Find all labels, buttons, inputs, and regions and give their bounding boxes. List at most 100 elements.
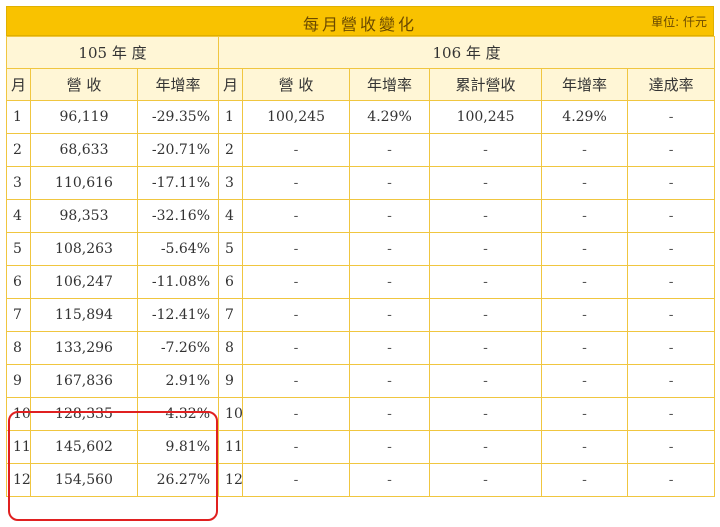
col-106-revenue: 營 收 [242,68,351,101]
yoy-106: - [349,331,431,365]
revenue-105: 133,296 [30,331,138,365]
month-106: 11 [218,430,244,464]
revenue-105: 106,247 [30,265,138,299]
revenue-105: 115,894 [30,298,138,332]
table-row: 8 133,296 -7.26% 8- - - - - [6,331,716,365]
title-bar: 每月營收變化 單位: 仟元 [6,6,714,36]
revenue-106: - [242,232,351,266]
revenue-106: - [242,430,351,464]
month-106: 6 [218,265,244,299]
table-row: 2 68,633 -20.71% 2- - - - - [6,133,716,167]
col-105-revenue: 營 收 [30,68,138,101]
month-106: 8 [218,331,244,365]
revenue-106: - [242,166,351,200]
cum-yoy-106: - [541,265,629,299]
month-105: 9 [6,364,31,398]
column-header-row: 月 營 收 年增率 月 營 收 年增率 累計營收 年增率 達成率 [6,68,716,101]
revenue-106: - [242,397,351,431]
cumulative-106: - [429,166,543,200]
yoy-105: -20.71% [136,133,220,167]
achievement-106: - [627,298,716,332]
achievement-106: - [627,166,716,200]
yoy-105: -29.35% [136,100,220,134]
yoy-106: - [349,265,431,299]
yoy-105: 2.91% [136,364,220,398]
month-106: 7 [218,298,244,332]
month-106: 10 [218,397,244,431]
col-106-yoy: 年增率 [349,68,431,101]
cumulative-106: - [429,199,543,233]
achievement-106: - [627,430,716,464]
revenue-106: - [242,364,351,398]
month-106: 1 [218,100,244,134]
table-row: 5 108,263 -5.64% 5- - - - - [6,232,716,266]
achievement-106: - [627,100,716,134]
revenue-106: - [242,331,351,365]
col-105-month: 月 [6,68,31,101]
col-106-month: 月 [218,68,244,101]
table-row: 6 106,247 -11.08% 6- - - - - [6,265,716,299]
cumulative-106: - [429,265,543,299]
yoy-106: - [349,166,431,200]
revenue-106: - [242,298,351,332]
cum-yoy-106: - [541,166,629,200]
achievement-106: - [627,364,716,398]
yoy-105: -32.16% [136,199,220,233]
highlight-box [8,411,218,521]
year-105-header: 105 年 度 [5,36,220,69]
unit-label: 單位: 仟元 [651,15,707,29]
month-106: 3 [218,166,244,200]
cumulative-106: - [429,298,543,332]
cum-yoy-106: - [541,199,629,233]
month-106: 2 [218,133,244,167]
cumulative-106: - [429,397,543,431]
cum-yoy-106: - [541,298,629,332]
cumulative-106: - [429,232,543,266]
year-header-row: 105 年 度 106 年 度 [5,36,716,69]
col-106-cum-yoy: 年增率 [541,68,629,101]
achievement-106: - [627,232,716,266]
yoy-106: - [349,397,431,431]
table-row: 7 115,894 -12.41% 7- - - - - [6,298,716,332]
col-105-yoy: 年增率 [136,68,220,101]
cumulative-106: - [429,364,543,398]
yoy-106: - [349,298,431,332]
month-106: 9 [218,364,244,398]
revenue-105: 167,836 [30,364,138,398]
month-106: 4 [218,199,244,233]
cum-yoy-106: - [541,463,629,497]
cum-yoy-106: 4.29% [541,100,629,134]
table-row: 4 98,353 -32.16% 4- - - - - [6,199,716,233]
month-105: 7 [6,298,31,332]
achievement-106: - [627,397,716,431]
cumulative-106: - [429,331,543,365]
revenue-106: 100,245 [242,100,351,134]
cum-yoy-106: - [541,133,629,167]
cumulative-106: - [429,133,543,167]
table-row: 3 110,616 -17.11% 3- - - - - [6,166,716,200]
month-105: 1 [6,100,31,134]
revenue-105: 108,263 [30,232,138,266]
revenue-105: 96,119 [30,100,138,134]
yoy-106: - [349,232,431,266]
yoy-106: - [349,199,431,233]
month-105: 3 [6,166,31,200]
table-row: 1 96,119 -29.35% 1 100,245 4.29% 100,245 4.29% - [6,100,716,134]
table-row: 9 167,836 2.91% 9- - - - - [6,364,716,398]
achievement-106: - [627,331,716,365]
col-106-achievement: 達成率 [627,68,716,101]
achievement-106: - [627,463,716,497]
yoy-106: - [349,133,431,167]
cumulative-106: - [429,463,543,497]
month-106: 5 [218,232,244,266]
month-105: 2 [6,133,31,167]
month-105: 8 [6,331,31,365]
cum-yoy-106: - [541,397,629,431]
cum-yoy-106: - [541,232,629,266]
revenue-105: 110,616 [30,166,138,200]
month-106: 12 [218,463,244,497]
yoy-105: -5.64% [136,232,220,266]
yoy-105: -7.26% [136,331,220,365]
year-106-header: 106 年 度 [218,36,716,69]
cumulative-106: 100,245 [429,100,543,134]
